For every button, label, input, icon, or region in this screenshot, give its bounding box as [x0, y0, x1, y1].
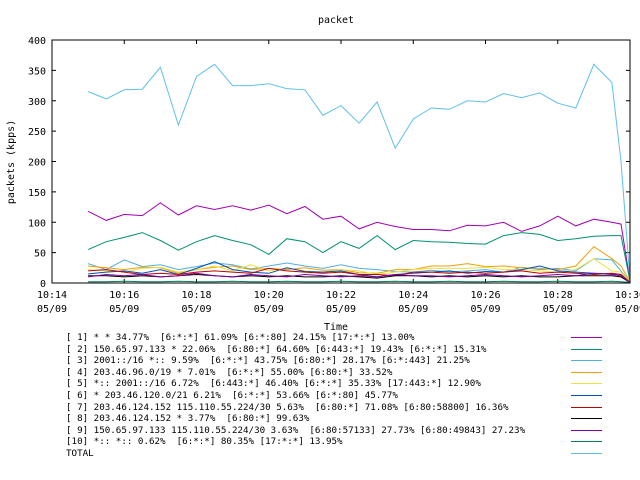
- legend-item: [ 7] 203.46.124.152 115.110.55.224/30 5.…: [66, 402, 626, 414]
- x-tick-date: 05/09: [254, 304, 284, 315]
- chart-title: packet: [318, 15, 354, 26]
- legend-label: [ 7] 203.46.124.152 115.110.55.224/30 5.…: [66, 401, 509, 413]
- y-ticks: 0 50 100 150 200 250 300 350 400: [28, 36, 630, 290]
- plot-frame: [51, 39, 631, 284]
- legend-item: [ 5] *:: 2001::/16 6.72% [6:443:*] 46.40…: [66, 378, 626, 390]
- legend-swatch: [571, 418, 602, 420]
- legend-swatch: [571, 348, 602, 350]
- legend-swatch: [571, 360, 602, 362]
- legend-label: [ 3] 2001::/16 *:: 9.59% [6:*:*] 43.75% …: [66, 355, 470, 367]
- x-tick-time: 10:26: [470, 290, 500, 301]
- x-tick-date: 05/09: [615, 304, 640, 315]
- legend-label: TOTAL: [66, 447, 94, 459]
- legend-item: [ 2] 150.65.97.133 * 22.06% [6:80:*] 64.…: [66, 344, 626, 356]
- y-tick-label: 0: [40, 279, 46, 290]
- x-tick-date: 05/09: [398, 304, 428, 315]
- series-line-10: [88, 280, 631, 283]
- legend-item: [ 8] 203.46.124.152 * 3.77% [6:80:*] 99.…: [66, 413, 626, 425]
- legend-swatch: [571, 406, 602, 408]
- legend-label: [ 8] 203.46.124.152 * 3.77% [6:80:*] 99.…: [66, 413, 310, 425]
- x-tick-time: 10:28: [543, 290, 573, 301]
- x-tick-date: 05/09: [37, 304, 67, 315]
- x-tick-time: 10:24: [398, 290, 428, 301]
- x-tick-time: 10:14: [37, 290, 67, 301]
- legend-swatch: [571, 337, 602, 338]
- legend-label: [ 4] 203.46.96.0/19 * 7.01% [6:*:*] 55.0…: [66, 366, 393, 378]
- legend-label: [ 9] 150.65.97.133 115.110.55.224/30 3.6…: [66, 424, 526, 436]
- legend-swatch: [571, 383, 602, 385]
- x-tick-time: 10:22: [326, 290, 356, 301]
- x-axis-label: Time: [324, 322, 348, 330]
- x-tick-date: 05/09: [109, 304, 139, 315]
- y-tick-label: 400: [28, 36, 46, 47]
- x-tick-date: 05/09: [470, 304, 500, 315]
- series-line-6: [88, 261, 631, 283]
- series-line-11: [87, 63, 631, 281]
- y-tick-label: 200: [28, 158, 46, 169]
- x-tick-time: 10:30: [615, 290, 640, 301]
- legend-swatch: [571, 394, 602, 396]
- legend-item: [10] *:: *:: 0.62% [6:*:*] 80.35% [17:*:…: [66, 436, 626, 448]
- y-tick-label: 100: [28, 218, 46, 229]
- y-tick-label: 150: [28, 188, 46, 199]
- y-tick-label: 300: [28, 97, 46, 108]
- x-ticks: 10:14 05/09 10:16 05/09 10:18 05/09 10:20 05/09…: [37, 40, 640, 315]
- legend-swatch: [571, 371, 602, 373]
- legend-item: [ 6] * 203.46.120.0/21 6.21% [6:*:*] 53.…: [66, 390, 626, 402]
- legend-label: [ 1] * * 34.77% [6:*:*] 61.09% [6:*:80] …: [66, 332, 415, 343]
- legend-item: TOTAL: [66, 448, 626, 460]
- legend-label: [ 2] 150.65.97.133 * 22.06% [6:80:*] 64.…: [66, 343, 487, 355]
- series-lines: [87, 63, 631, 283]
- legend-item: [ 1] * * 34.77% [6:*:*] 61.09% [6:*:80] …: [66, 332, 626, 344]
- chart: packet packets (kpps) Time 0 50 100 150 200 2…: [6, 15, 640, 330]
- legend-swatch: [571, 429, 602, 431]
- x-tick-date: 05/09: [181, 304, 211, 315]
- legend-swatch: [571, 441, 602, 443]
- x-tick-time: 10:16: [109, 290, 139, 301]
- y-axis-label: packets (kpps): [6, 120, 17, 204]
- legend-swatch: [571, 452, 602, 454]
- x-tick-time: 10:18: [181, 290, 211, 301]
- legend: [ 1] * * 34.77% [6:*:*] 61.09% [6:*:80] …: [66, 332, 626, 460]
- y-tick-label: 50: [34, 249, 46, 260]
- y-tick-label: 350: [28, 66, 46, 77]
- legend-label: [10] *:: *:: 0.62% [6:*:*] 80.35% [17:*:…: [66, 436, 343, 448]
- y-tick-label: 250: [28, 127, 46, 138]
- legend-label: [ 5] *:: 2001::/16 6.72% [6:443:*] 46.40…: [66, 378, 481, 390]
- legend-item: [ 4] 203.46.96.0/19 * 7.01% [6:*:*] 55.0…: [66, 367, 626, 379]
- x-tick-date: 05/09: [326, 304, 356, 315]
- legend-item: [ 3] 2001::/16 *:: 9.59% [6:*:*] 43.75% …: [66, 355, 626, 367]
- x-tick-time: 10:20: [254, 290, 284, 301]
- x-tick-date: 05/09: [543, 304, 573, 315]
- legend-label: [ 6] * 203.46.120.0/21 6.21% [6:*:*] 53.…: [66, 389, 398, 401]
- legend-item: [ 9] 150.65.97.133 115.110.55.224/30 3.6…: [66, 425, 626, 437]
